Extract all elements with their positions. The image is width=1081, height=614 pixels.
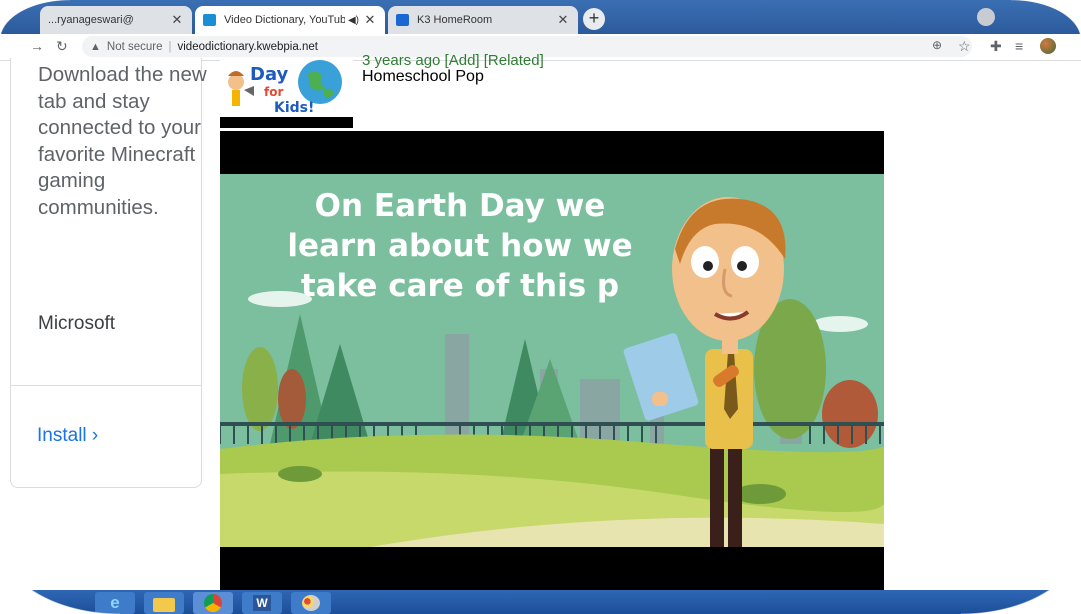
cloud: [812, 316, 868, 332]
url-text[interactable]: videodictionary.kwebpia.net: [178, 41, 318, 53]
reading-list-icon[interactable]: ≡: [1015, 38, 1023, 54]
extensions-puzzle-icon[interactable]: ✚: [990, 38, 1002, 55]
profile-avatar[interactable]: [1040, 38, 1056, 54]
paint-icon[interactable]: [291, 592, 331, 614]
child-icon: [228, 74, 244, 90]
thumbnail-kids-word: Kids!: [274, 100, 314, 116]
tree: [242, 347, 278, 431]
ie-icon[interactable]: e: [95, 592, 135, 614]
tab-strip: ...ryanageswari@ ✕ Video Dictionary, You…: [0, 0, 1081, 34]
video-thumbnail[interactable]: Day for Kids!: [220, 60, 353, 117]
channel-name[interactable]: Homeschool Pop: [362, 68, 484, 86]
new-tab-button[interactable]: +: [583, 8, 605, 30]
window-control-icon[interactable]: [977, 8, 995, 26]
zoom-icon[interactable]: ⊕: [932, 38, 942, 52]
tab-label: ...ryanageswari@: [48, 14, 134, 26]
thumbnail-for-word: for: [264, 85, 283, 99]
thumbnail-caption-bar: [220, 117, 353, 128]
url-separator: |: [168, 40, 172, 53]
video-player[interactable]: On Earth Day we learn about how we take …: [220, 131, 884, 591]
close-icon[interactable]: ✕: [556, 12, 570, 28]
video-meta[interactable]: 3 years ago [Add] [Related]: [362, 52, 544, 69]
ad-brand: Microsoft: [38, 313, 116, 334]
close-icon[interactable]: ✕: [170, 12, 184, 28]
video-caption: On Earth Day we learn about how we take …: [287, 188, 633, 304]
tree: [822, 380, 878, 448]
speaker-icon[interactable]: ◀): [348, 15, 359, 26]
word-icon[interactable]: W: [242, 592, 282, 614]
tab-email[interactable]: ...ryanageswari@ ✕: [40, 6, 192, 34]
bookmark-star-icon[interactable]: ☆: [958, 38, 971, 55]
tab-label: Video Dictionary, YouTube D: [224, 14, 345, 26]
tree: [278, 369, 306, 429]
thumbnail-day-word: Day: [250, 64, 289, 85]
tab-label: K3 HomeRoom: [417, 14, 493, 26]
video-dictionary-favicon-icon: [203, 14, 216, 26]
tab-k3-homeroom[interactable]: K3 HomeRoom ✕: [388, 6, 578, 34]
divider: [11, 385, 201, 386]
folder-icon[interactable]: [144, 592, 184, 614]
windows-taskbar: e W: [0, 590, 1081, 614]
reload-icon[interactable]: ↻: [56, 38, 68, 55]
fence: [220, 422, 884, 426]
homeroom-favicon-icon: [396, 14, 409, 26]
thumbnail-graphic: Day for Kids!: [220, 60, 353, 117]
chrome-icon[interactable]: [193, 592, 233, 614]
tab-video-dictionary[interactable]: Video Dictionary, YouTube D ◀) ✕: [195, 6, 385, 34]
not-secure-label[interactable]: Not secure: [107, 41, 163, 53]
ad-text: Download the new tab and stay connected …: [38, 63, 207, 219]
warning-icon[interactable]: ▲: [90, 41, 101, 53]
close-icon[interactable]: ✕: [363, 12, 377, 28]
forward-icon[interactable]: →: [30, 38, 44, 54]
install-link[interactable]: Install ›: [37, 425, 98, 447]
ad-card[interactable]: Download the new tab and stay connected …: [10, 58, 207, 488]
